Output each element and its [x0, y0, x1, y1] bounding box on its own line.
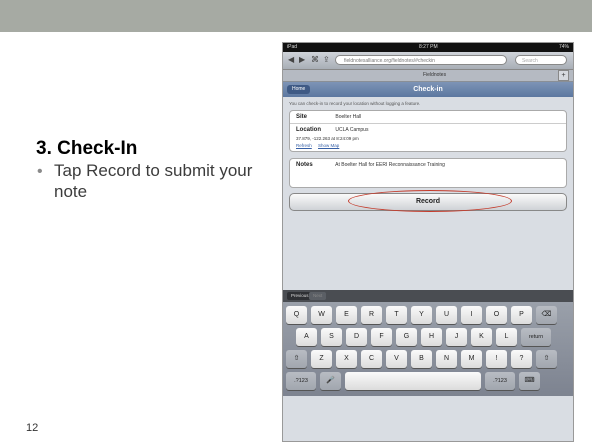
keyboard-row-1: Q W E R T Y U I O P ⌫ — [286, 306, 570, 324]
browser-toolbar: ◀ ▶ ⌘ ⇪ fieldnotesalliance.org/fieldnote… — [283, 52, 573, 70]
key-t[interactable]: T — [386, 306, 407, 324]
next-button[interactable]: Next — [309, 292, 327, 300]
microphone-icon[interactable]: 🎤 — [320, 372, 341, 390]
space-key[interactable] — [345, 372, 481, 390]
key-r[interactable]: R — [361, 306, 382, 324]
bookmarks-icon[interactable]: ⌘ — [311, 55, 319, 64]
key-a[interactable]: A — [296, 328, 317, 346]
key-c[interactable]: C — [361, 350, 382, 368]
slide-header-band — [0, 0, 592, 32]
key-p[interactable]: P — [511, 306, 532, 324]
url-field[interactable]: fieldnotesalliance.org/fieldnotes/#check… — [335, 55, 507, 65]
location-value: UCLA Campus — [335, 127, 369, 133]
new-tab-button[interactable]: + — [558, 70, 569, 81]
key-d[interactable]: D — [346, 328, 367, 346]
key-g[interactable]: G — [396, 328, 417, 346]
key-l[interactable]: L — [496, 328, 517, 346]
key-q[interactable]: Q — [286, 306, 307, 324]
notes-row: Notes At Boelter Hall for EERI Reconnais… — [290, 159, 566, 187]
tab-bar: Fieldnotes + — [283, 70, 573, 82]
bullet-marker: • — [37, 163, 43, 180]
battery-level: 74% — [558, 44, 569, 50]
key-f[interactable]: F — [371, 328, 392, 346]
ipad-screenshot: iPad 8:27 PM 74% ◀ ▶ ⌘ ⇪ fieldnotesallia… — [282, 42, 574, 442]
key-exclamation[interactable]: ! — [486, 350, 507, 368]
status-time: 8:27 PM — [419, 44, 438, 50]
shift-icon[interactable]: ⇧ — [286, 350, 307, 368]
notes-card: Notes At Boelter Hall for EERI Reconnais… — [289, 158, 567, 188]
keyboard-row-2: A S D F G H J K L return — [286, 328, 570, 346]
site-value[interactable]: Boelter Hall — [335, 114, 361, 120]
onscreen-keyboard: Q W E R T Y U I O P ⌫ A S D F G H J K L … — [283, 302, 573, 396]
numbers-key[interactable]: .?123 — [286, 372, 316, 390]
location-coords: 37.879, -122.263 at 8:24:09 pm — [296, 136, 359, 141]
bullet-text: Tap Record to submit your note — [54, 161, 253, 201]
back-arrow-icon[interactable]: ◀ — [288, 55, 294, 64]
key-k[interactable]: K — [471, 328, 492, 346]
key-u[interactable]: U — [436, 306, 457, 324]
site-row: Site Boelter Hall — [290, 111, 566, 124]
key-question[interactable]: ? — [511, 350, 532, 368]
keyboard-row-4: .?123 🎤 .?123 ⌨ — [286, 372, 570, 390]
hide-keyboard-icon[interactable]: ⌨ — [519, 372, 540, 390]
keyboard-row-3: ⇧ Z X C V B N M ! ? ⇧ — [286, 350, 570, 368]
keyboard-toolbar: Previous Next — [283, 290, 573, 302]
key-e[interactable]: E — [336, 306, 357, 324]
key-w[interactable]: W — [311, 306, 332, 324]
site-label: Site — [296, 114, 308, 120]
key-j[interactable]: J — [446, 328, 467, 346]
status-bar: iPad 8:27 PM 74% — [283, 43, 573, 52]
key-x[interactable]: X — [336, 350, 357, 368]
numbers-key-right[interactable]: .?123 — [485, 372, 515, 390]
key-m[interactable]: M — [461, 350, 482, 368]
app-header: Home Check-in — [283, 82, 573, 97]
slide-number: 12 — [26, 422, 39, 434]
slide-title: 3. Check-In — [36, 138, 138, 159]
checkin-card: Site Boelter Hall Location UCLA Campus 3… — [289, 110, 567, 152]
key-y[interactable]: Y — [411, 306, 432, 324]
shift-icon-right[interactable]: ⇧ — [536, 350, 557, 368]
record-button[interactable]: Record — [289, 190, 567, 212]
tab-fieldnotes[interactable]: Fieldnotes — [423, 70, 446, 81]
checkin-hint: You can check-in to record your location… — [289, 101, 421, 106]
location-label: Location — [296, 127, 321, 133]
refresh-link[interactable]: Refresh — [296, 143, 312, 148]
key-o[interactable]: O — [486, 306, 507, 324]
page-title: Check-in — [413, 86, 443, 93]
share-icon[interactable]: ⇪ — [323, 55, 330, 64]
forward-arrow-icon[interactable]: ▶ — [299, 55, 305, 64]
key-h[interactable]: H — [421, 328, 442, 346]
key-b[interactable]: B — [411, 350, 432, 368]
notes-label: Notes — [296, 162, 313, 168]
empty-content-area — [283, 211, 573, 290]
key-i[interactable]: I — [461, 306, 482, 324]
browser-search-field[interactable]: Search — [515, 55, 567, 65]
highlight-oval — [348, 190, 512, 212]
key-z[interactable]: Z — [311, 350, 332, 368]
backspace-icon[interactable]: ⌫ — [536, 306, 557, 324]
location-row: Location UCLA Campus 37.879, -122.263 at… — [290, 124, 566, 151]
notes-field[interactable]: At Boelter Hall for EERI Reconnaissance … — [335, 162, 445, 168]
key-n[interactable]: N — [436, 350, 457, 368]
show-map-link[interactable]: Show Map — [318, 143, 339, 148]
key-s[interactable]: S — [321, 328, 342, 346]
return-key[interactable]: return — [521, 328, 551, 346]
key-v[interactable]: V — [386, 350, 407, 368]
carrier-label: iPad — [287, 44, 298, 50]
